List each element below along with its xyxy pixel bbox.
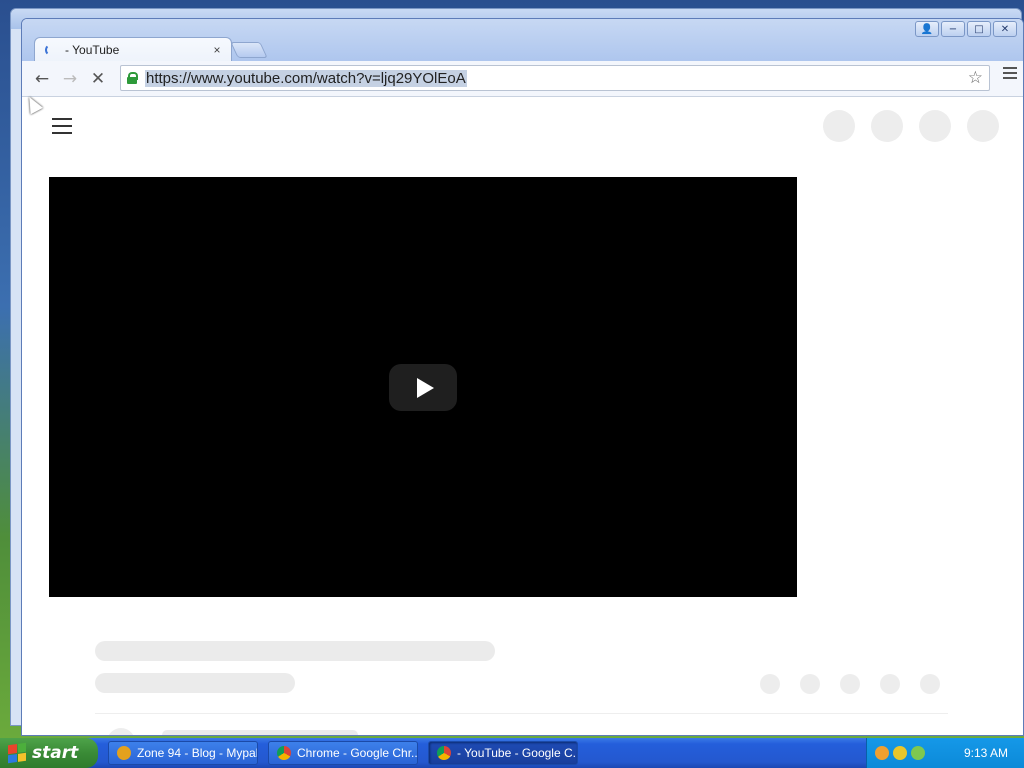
placeholder-circle [823, 110, 855, 142]
placeholder-circle [840, 674, 860, 694]
youtube-page [22, 97, 1023, 735]
loading-spinner-icon [45, 44, 57, 56]
profile-icon[interactable]: 👤 [915, 21, 939, 37]
close-window-button[interactable]: ✕ [993, 21, 1017, 37]
windows-flag-icon [8, 742, 26, 764]
task-label: Zone 94 - Blog - Mypal [137, 746, 258, 760]
task-youtube[interactable]: - YouTube - Google C... [428, 741, 578, 765]
network-icon[interactable] [911, 746, 925, 760]
new-tab-button[interactable] [230, 42, 268, 58]
stop-button[interactable]: ✕ [84, 65, 112, 93]
lock-icon [127, 72, 138, 84]
start-label: start [32, 743, 79, 763]
chrome-window: 👤 − □ ✕ - YouTube × ← → ✕ https://www.yo… [21, 18, 1024, 736]
channel-placeholder [162, 730, 358, 735]
back-button[interactable]: ← [28, 65, 56, 93]
play-icon[interactable] [389, 364, 457, 411]
placeholder-circle [760, 674, 780, 694]
tray-app-icon[interactable] [875, 746, 889, 760]
placeholder-circle [871, 110, 903, 142]
title-bar: 👤 − □ ✕ - YouTube × [22, 19, 1023, 62]
forward-button[interactable]: → [56, 65, 84, 93]
task-label: Chrome - Google Chr... [297, 746, 418, 760]
chrome-icon [277, 746, 291, 760]
task-chrome[interactable]: Chrome - Google Chr... [268, 741, 418, 765]
window-controls: 👤 − □ ✕ [915, 21, 1017, 37]
task-label: - YouTube - Google C... [457, 746, 578, 760]
placeholder-circle [800, 674, 820, 694]
maximize-button[interactable]: □ [967, 21, 991, 37]
tab-youtube[interactable]: - YouTube × [34, 37, 232, 62]
chrome-icon [437, 746, 451, 760]
placeholder-circle [880, 674, 900, 694]
system-tray: 9:13 AM [866, 738, 1024, 768]
subtitle-placeholder [95, 673, 295, 693]
tab-close-icon[interactable]: × [209, 43, 225, 57]
avatar-placeholder [107, 728, 135, 735]
chrome-menu-icon[interactable] [1003, 67, 1017, 81]
bookmark-star-icon[interactable]: ☆ [968, 68, 983, 88]
start-button[interactable]: start [0, 738, 98, 768]
mypal-icon [117, 746, 131, 760]
taskbar: start Zone 94 - Blog - Mypal Chrome - Go… [0, 738, 1024, 768]
shield-icon[interactable] [893, 746, 907, 760]
toolbar: ← → ✕ https://www.youtube.com/watch?v=lj… [22, 61, 1023, 97]
address-bar[interactable]: https://www.youtube.com/watch?v=ljq29YOl… [120, 65, 990, 91]
minimize-button[interactable]: − [941, 21, 965, 37]
title-placeholder [95, 641, 495, 661]
divider [95, 713, 948, 714]
menu-icon[interactable] [52, 118, 72, 139]
video-player[interactable] [49, 177, 797, 597]
clock[interactable]: 9:13 AM [964, 746, 1008, 760]
header-placeholders [823, 110, 999, 142]
placeholder-circle [919, 110, 951, 142]
placeholder-circle [920, 674, 940, 694]
placeholder-circle [967, 110, 999, 142]
task-mypal[interactable]: Zone 94 - Blog - Mypal [108, 741, 258, 765]
url-text[interactable]: https://www.youtube.com/watch?v=ljq29YOl… [145, 69, 467, 87]
tab-title: - YouTube [65, 43, 120, 57]
action-placeholders [760, 674, 940, 694]
